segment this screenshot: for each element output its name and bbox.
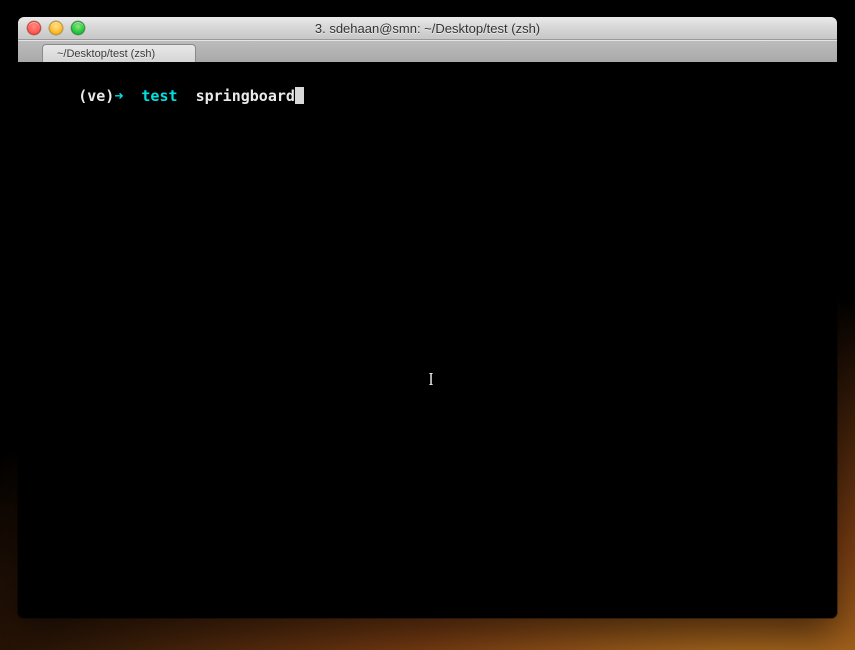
terminal-window: 3. sdehaan@smn: ~/Desktop/test (zsh) ~/D… <box>18 17 837 618</box>
tab-label: ~/Desktop/test (zsh) <box>57 48 155 60</box>
prompt-arrow-icon: ➜ <box>114 87 123 105</box>
terminal-viewport[interactable]: (ve)➜ test springboard I <box>18 62 837 618</box>
zoom-icon[interactable] <box>71 21 85 35</box>
desktop-background: 3. sdehaan@smn: ~/Desktop/test (zsh) ~/D… <box>0 0 855 650</box>
ibeam-cursor-icon: I <box>429 370 434 388</box>
terminal-tab[interactable]: ~/Desktop/test (zsh) <box>42 44 196 63</box>
prompt-dir: test <box>141 87 177 105</box>
text-cursor <box>295 87 304 104</box>
tab-strip: ~/Desktop/test (zsh) <box>18 40 837 62</box>
window-title: 3. sdehaan@smn: ~/Desktop/test (zsh) <box>18 21 837 36</box>
minimize-icon[interactable] <box>49 21 63 35</box>
command-text: springboard <box>196 87 295 105</box>
prompt-env: (ve) <box>78 87 114 105</box>
close-icon[interactable] <box>27 21 41 35</box>
window-controls <box>18 21 85 35</box>
titlebar[interactable]: 3. sdehaan@smn: ~/Desktop/test (zsh) <box>18 17 837 40</box>
